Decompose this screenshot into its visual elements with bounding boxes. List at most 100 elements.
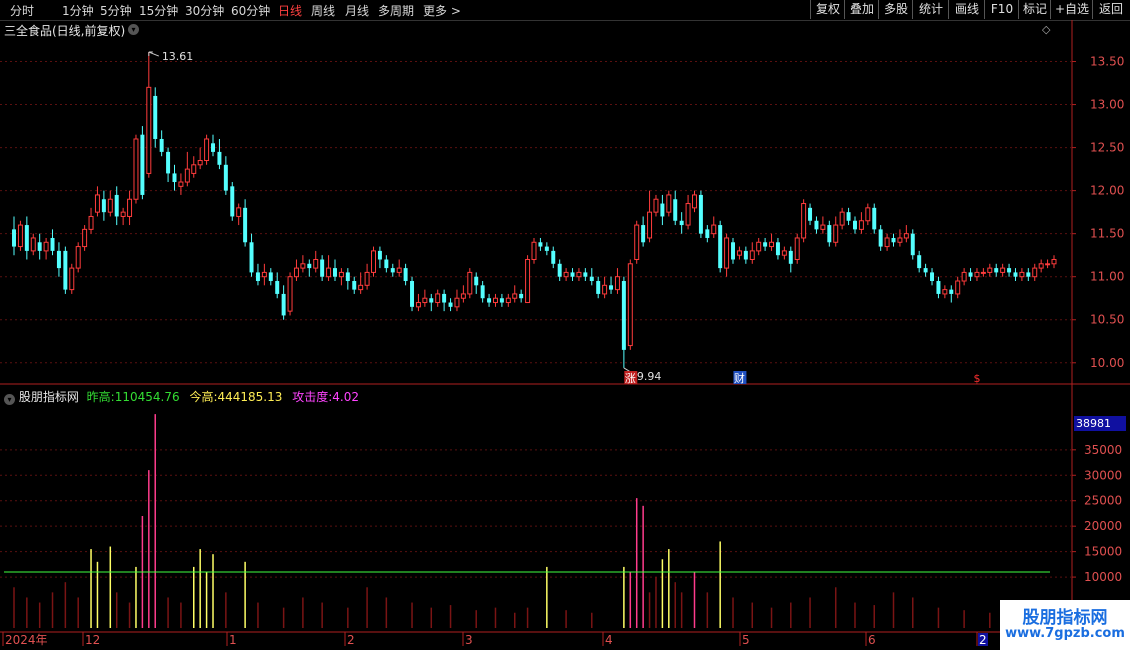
candle-body-down xyxy=(731,242,736,260)
diamond-icon[interactable]: ◇ xyxy=(1042,23,1050,36)
candle-body-up xyxy=(666,194,672,213)
candle-body-down xyxy=(891,237,896,243)
candle-body-up xyxy=(756,241,762,252)
indicator-tick-label: 10000 xyxy=(1084,570,1122,584)
candle-body-down xyxy=(243,207,248,243)
candle-body-down xyxy=(923,268,928,273)
time-axis-label: 5 xyxy=(742,633,750,647)
candle-body-down xyxy=(968,272,973,277)
candle-body-up xyxy=(396,267,402,273)
candle-body-down xyxy=(763,242,768,247)
candle-body-up xyxy=(17,224,23,248)
candle-body-down xyxy=(994,268,999,273)
candle-body-up xyxy=(512,293,518,299)
candle-body-up xyxy=(236,207,242,217)
candle-body-down xyxy=(718,225,723,269)
candle-body-up xyxy=(961,271,967,282)
candle-body-up xyxy=(903,233,909,239)
event-marker: $ xyxy=(973,372,980,385)
candle-body-up xyxy=(865,207,871,222)
candle-body-down xyxy=(743,250,748,260)
candle-body-down xyxy=(275,281,280,294)
candle-body-down xyxy=(930,272,935,282)
candle-body-down xyxy=(153,95,158,139)
candle-body-down xyxy=(846,212,851,221)
time-axis-label: 2024年 xyxy=(5,633,48,647)
candle-body-down xyxy=(448,302,453,307)
candle-body-down xyxy=(249,242,254,273)
candle-body-up xyxy=(794,237,800,260)
candle-body-down xyxy=(544,246,549,251)
candle-body-down xyxy=(487,298,492,303)
candle-body-up xyxy=(736,250,742,256)
price-tick-label: 10.00 xyxy=(1090,356,1124,370)
attack-label: 攻击度: xyxy=(292,390,333,404)
candle-body-up xyxy=(724,237,730,269)
candle-body-up xyxy=(460,293,466,299)
candle-body-down xyxy=(390,268,395,273)
candle-body-down xyxy=(621,281,626,350)
candle-body-down xyxy=(949,289,954,294)
candle-body-down xyxy=(63,250,68,290)
indicator-tick-label: 35000 xyxy=(1084,443,1122,457)
candle-body-down xyxy=(698,194,703,234)
candle-body-up xyxy=(692,194,697,209)
candle-body-down xyxy=(910,233,915,256)
price-tick-label: 12.00 xyxy=(1090,184,1124,198)
candle-body-down xyxy=(37,242,42,251)
candle-body-up xyxy=(492,297,498,304)
indicator-tick-label: 25000 xyxy=(1084,494,1122,508)
candle-body-up xyxy=(839,211,845,226)
candle-body-down xyxy=(384,259,389,269)
candle-body-up xyxy=(326,267,332,278)
candle-body-up xyxy=(178,181,184,187)
candle-body-up xyxy=(261,271,267,278)
candle-body-down xyxy=(480,285,485,299)
candle-body-up xyxy=(531,241,537,260)
candle-body-down xyxy=(307,263,312,269)
candle-body-up xyxy=(435,293,441,304)
candle-body-up xyxy=(781,250,787,256)
candle-body-up xyxy=(133,138,139,200)
candle-body-up xyxy=(801,203,807,239)
price-tick-label: 10.50 xyxy=(1090,313,1124,327)
candle-body-down xyxy=(788,250,793,264)
watermark-name: 股朋指标网 xyxy=(1022,608,1108,628)
chevron-down-icon[interactable]: ▾ xyxy=(128,24,139,35)
candle-body-down xyxy=(519,293,524,299)
candle-body-down xyxy=(705,229,710,238)
low-label: 9.94 xyxy=(637,370,662,383)
candle-body-up xyxy=(454,297,460,308)
candle-body-down xyxy=(352,281,357,290)
indicator-tick-label: 30000 xyxy=(1084,468,1122,482)
candle-body-down xyxy=(936,281,941,294)
candle-body-up xyxy=(204,138,210,162)
candle-body-down xyxy=(814,220,819,230)
chart-canvas[interactable]: 13.50 13.00 12.50 12.00 11.50 11.00 10.50 10.00… xyxy=(0,0,1130,650)
candle-body-up xyxy=(191,164,197,174)
candle-body-up xyxy=(197,160,203,166)
time-axis-label: 3 xyxy=(465,633,473,647)
candle-body-up xyxy=(833,224,839,243)
candle-body-down xyxy=(596,281,601,294)
candle-body-up xyxy=(107,198,113,213)
candle-body-up xyxy=(422,297,428,304)
candle-body-up xyxy=(300,263,306,269)
candle-body-up xyxy=(614,276,620,291)
time-axis-label: 1 xyxy=(229,633,237,647)
candle-body-up xyxy=(415,302,421,308)
candle-body-up xyxy=(749,250,755,260)
candle-body-up xyxy=(364,271,370,286)
candle-body-up xyxy=(1019,271,1025,278)
attack-value: 4.02 xyxy=(332,390,359,404)
candle-body-up xyxy=(634,224,640,260)
indicator-menu-icon[interactable]: ▾ xyxy=(4,394,15,405)
candle-body-up xyxy=(653,198,659,213)
candle-body-down xyxy=(583,272,588,277)
candle-body-up xyxy=(371,250,376,273)
price-tick-label: 11.00 xyxy=(1090,270,1124,284)
candle-body-down xyxy=(878,229,883,247)
event-marker: 财 xyxy=(734,371,745,385)
candle-body-down xyxy=(474,276,479,286)
candle-body-up xyxy=(685,203,691,226)
